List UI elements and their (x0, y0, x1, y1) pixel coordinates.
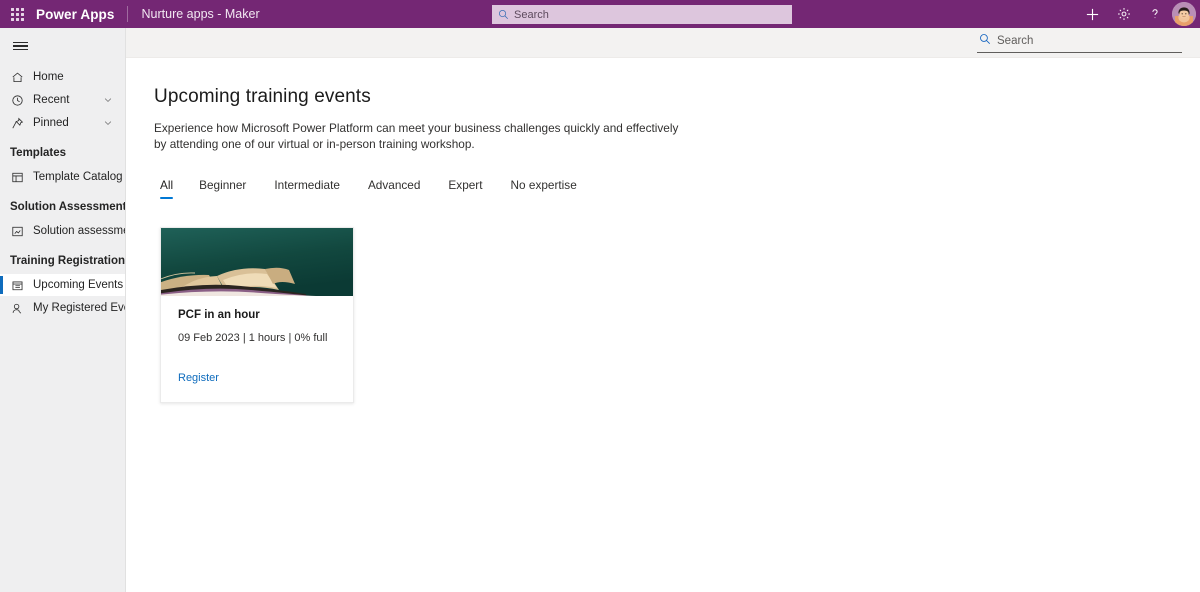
suite-actions (1077, 0, 1200, 28)
tab-beginner[interactable]: Beginner (185, 178, 260, 199)
sidebar-item-label: Upcoming Events (33, 279, 124, 291)
expertise-filter-tabs: All Beginner Intermediate Advanced Exper… (154, 178, 1200, 199)
sidebar-toggle-button[interactable] (0, 32, 40, 60)
brand-label[interactable]: Power Apps (34, 7, 127, 22)
hamburger-icon (12, 39, 28, 52)
sidebar-item-label: Recent (33, 94, 70, 106)
global-search-input[interactable] (514, 8, 786, 21)
event-card[interactable]: PCF in an hour 09 Feb 2023 | 1 hours | 0… (160, 227, 354, 403)
sidebar-item-template-catalog[interactable]: Template Catalog (0, 166, 125, 188)
suite-header: Power Apps Nurture apps - Maker (0, 0, 1200, 28)
sidebar-item-home[interactable]: Home (0, 66, 125, 88)
sidebar-group-templates: Templates (10, 147, 67, 159)
tab-all[interactable]: All (154, 178, 185, 199)
settings-button[interactable] (1108, 0, 1139, 28)
content-search[interactable] (977, 32, 1182, 53)
command-bar (126, 28, 1200, 58)
event-card-title: PCF in an hour (178, 309, 260, 321)
page-content: Upcoming training events Experience how … (126, 58, 1200, 403)
pin-icon (10, 116, 24, 130)
app-body: Home Recent Pinned Templates Template Ca… (0, 28, 1200, 592)
sidebar-item-solution-assessment[interactable]: Solution assessment (0, 220, 125, 242)
clock-icon (10, 93, 24, 107)
event-card-body: PCF in an hour 09 Feb 2023 | 1 hours | 0… (161, 296, 353, 402)
sidebar-item-recent[interactable]: Recent (0, 89, 125, 111)
search-icon (498, 9, 509, 20)
chevron-down-icon[interactable] (103, 95, 113, 105)
sidebar-item-pinned[interactable]: Pinned (0, 112, 125, 134)
calendar-events-icon (10, 278, 24, 292)
content-search-input[interactable] (997, 35, 1180, 47)
sidebar-item-label: My Registered Events (33, 302, 125, 314)
sidebar-group-solution-assessment: Solution Assessment (10, 201, 126, 213)
sidebar-item-upcoming-events[interactable]: Upcoming Events (0, 274, 125, 296)
tab-expert[interactable]: Expert (434, 178, 496, 199)
app-launcher-button[interactable] (0, 0, 34, 28)
sidebar-item-label: Template Catalog (33, 171, 123, 183)
new-button[interactable] (1077, 0, 1108, 28)
home-icon (10, 70, 24, 84)
sidebar-item-label: Solution assessment (33, 225, 125, 237)
tab-intermediate[interactable]: Intermediate (260, 178, 354, 199)
main-content: Upcoming training events Experience how … (126, 28, 1200, 592)
event-card-meta: 09 Feb 2023 | 1 hours | 0% full (178, 332, 328, 344)
assessment-icon (10, 224, 24, 238)
page-title: Upcoming training events (154, 86, 371, 107)
search-icon (979, 32, 991, 50)
sidebar-item-my-registered-events[interactable]: My Registered Events (0, 297, 125, 319)
sidebar-group-training-registration: Training Registration (10, 255, 126, 267)
chevron-down-icon[interactable] (103, 118, 113, 128)
person-icon (10, 301, 24, 315)
app-name-label[interactable]: Nurture apps - Maker (128, 7, 260, 21)
global-search[interactable] (492, 5, 792, 24)
page-description: Experience how Microsoft Power Platform … (154, 121, 679, 151)
tab-no-expertise[interactable]: No expertise (497, 178, 591, 199)
waffle-icon (10, 7, 24, 21)
help-button[interactable] (1139, 0, 1170, 28)
event-card-image (161, 228, 353, 296)
sidebar-item-label: Home (33, 71, 64, 83)
sidebar-item-label: Pinned (33, 117, 69, 129)
avatar[interactable] (1172, 2, 1196, 26)
tab-advanced[interactable]: Advanced (354, 178, 434, 199)
register-link[interactable]: Register (178, 372, 219, 384)
sidebar: Home Recent Pinned Templates Template Ca… (0, 28, 126, 592)
template-icon (10, 170, 24, 184)
event-card-list: PCF in an hour 09 Feb 2023 | 1 hours | 0… (154, 227, 1200, 403)
